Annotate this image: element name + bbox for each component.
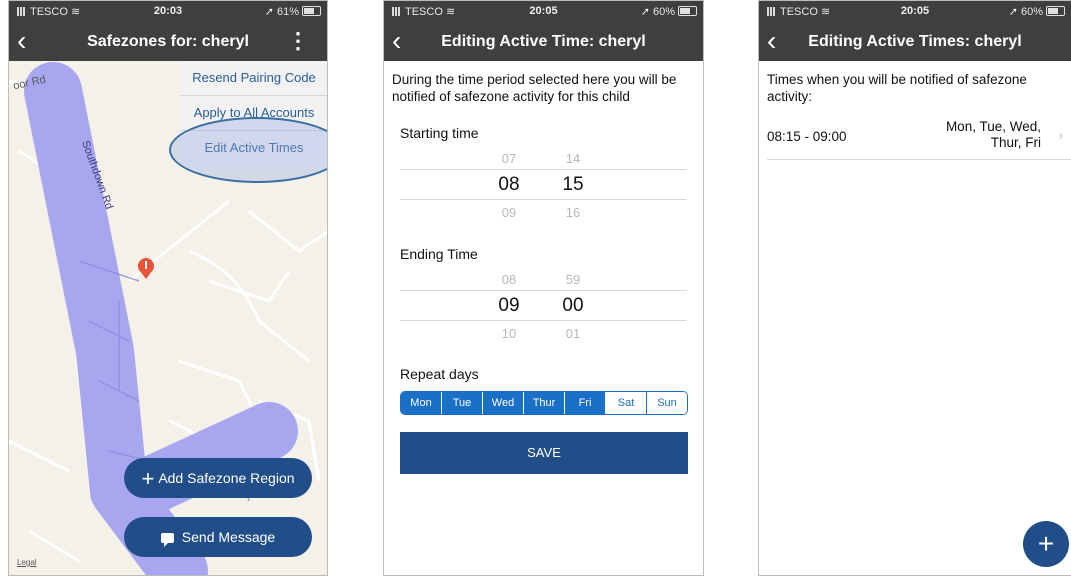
map-pin-icon[interactable] <box>135 257 157 279</box>
battery: ➚ 60% <box>641 5 697 18</box>
legal-link[interactable]: Legal <box>17 558 37 567</box>
picker-divider <box>400 169 687 170</box>
start-hour-prev[interactable]: 07 <box>484 151 534 166</box>
status-bar: TESCO ≋ 20:05 ➚ 60% <box>384 1 703 23</box>
end-minute-prev[interactable]: 59 <box>548 272 598 287</box>
start-hour[interactable]: 08 <box>484 174 534 196</box>
send-message-label: Send Message <box>181 529 276 545</box>
start-minute-prev[interactable]: 14 <box>548 151 598 166</box>
starting-time-picker[interactable]: 07 08 09 14 15 16 <box>400 147 687 227</box>
picker-divider <box>400 199 687 200</box>
more-menu-icon[interactable]: ⋮ <box>287 30 309 52</box>
start-minute-next[interactable]: 16 <box>548 205 598 220</box>
phone-active-times-list-screen: TESCO ≋ 20:05 ➚ 60% ‹ Editing Active Tim… <box>758 0 1071 576</box>
ending-time-picker[interactable]: 08 09 10 59 00 01 <box>400 269 687 349</box>
active-time-row[interactable]: 08:15 - 09:00 Mon, Tue, Wed, Thur, Fri › <box>767 115 1071 160</box>
day-tue[interactable]: Tue <box>442 392 483 414</box>
intro-text: Times when you will be notified of safez… <box>767 72 1027 104</box>
day-fri[interactable]: Fri <box>565 392 606 414</box>
day-mon[interactable]: Mon <box>401 392 442 414</box>
repeat-days-segmented-control: Mon Tue Wed Thur Fri Sat Sun <box>400 391 688 415</box>
battery-icon <box>302 6 321 16</box>
end-hour-prev[interactable]: 08 <box>484 272 534 287</box>
row-days-line-2: Thur, Fri <box>990 135 1041 150</box>
battery-icon <box>678 6 697 16</box>
send-message-button[interactable]: Send Message <box>124 517 312 557</box>
nav-bar: ‹ Editing Active Time: cheryl <box>384 23 703 61</box>
battery-label: 60% <box>652 6 675 18</box>
battery: ➚ 61% <box>265 5 321 18</box>
day-thur[interactable]: Thur <box>524 392 565 414</box>
day-wed[interactable]: Wed <box>483 392 524 414</box>
intro-text: During the time period selected here you… <box>392 72 677 104</box>
nav-bar: ‹ Editing Active Times: cheryl <box>759 23 1071 61</box>
start-minute[interactable]: 15 <box>548 174 598 196</box>
page-title: Safezones for: cheryl <box>87 33 249 50</box>
menu-item-resend-pairing-code[interactable]: Resend Pairing Code <box>181 61 327 96</box>
save-button[interactable]: SAVE <box>400 432 688 474</box>
plus-icon: + <box>141 466 155 491</box>
plus-icon: + <box>1037 528 1055 559</box>
nav-bar: ‹ Safezones for: cheryl ⋮ <box>9 23 327 61</box>
ending-time-label: Ending Time <box>400 246 478 262</box>
page-title: Editing Active Times: cheryl <box>808 33 1022 50</box>
start-hour-next[interactable]: 09 <box>484 205 534 220</box>
day-sat[interactable]: Sat <box>606 392 647 414</box>
time-range: 08:15 - 09:00 <box>767 129 847 144</box>
row-days-line-1: Mon, Tue, Wed, <box>945 119 1041 134</box>
end-minute-next[interactable]: 01 <box>548 326 598 341</box>
picker-divider <box>400 320 687 321</box>
page-title: Editing Active Time: cheryl <box>441 33 646 50</box>
add-safezone-label: Add Safezone Region <box>158 470 295 486</box>
message-icon <box>160 533 174 547</box>
end-hour-next[interactable]: 10 <box>484 326 534 341</box>
add-active-time-button[interactable]: + <box>1023 521 1069 567</box>
end-hour[interactable]: 09 <box>484 295 534 317</box>
battery-label: 60% <box>1020 6 1043 18</box>
battery-icon <box>1046 6 1065 16</box>
picker-divider <box>400 290 687 291</box>
battery: ➚ 60% <box>1009 5 1065 18</box>
starting-time-label: Starting time <box>400 125 479 141</box>
status-bar: TESCO ≋ 20:05 ➚ 60% <box>759 1 1071 23</box>
row-days: Mon, Tue, Wed, Thur, Fri <box>911 119 1041 151</box>
day-sun[interactable]: Sun <box>647 392 687 414</box>
add-safezone-region-button[interactable]: + Add Safezone Region <box>124 458 312 498</box>
phone-edit-active-time-screen: TESCO ≋ 20:05 ➚ 60% ‹ Editing Active Tim… <box>383 0 704 576</box>
battery-label: 61% <box>276 6 299 18</box>
end-minute[interactable]: 00 <box>548 295 598 317</box>
status-bar: TESCO ≋ 20:03 ➚ 61% <box>9 1 327 23</box>
chevron-right-icon: › <box>1058 127 1063 143</box>
phone-safezones-screen: TESCO ≋ 20:03 ➚ 61% ‹ Safezones for: che… <box>8 0 328 576</box>
repeat-days-label: Repeat days <box>400 366 479 382</box>
